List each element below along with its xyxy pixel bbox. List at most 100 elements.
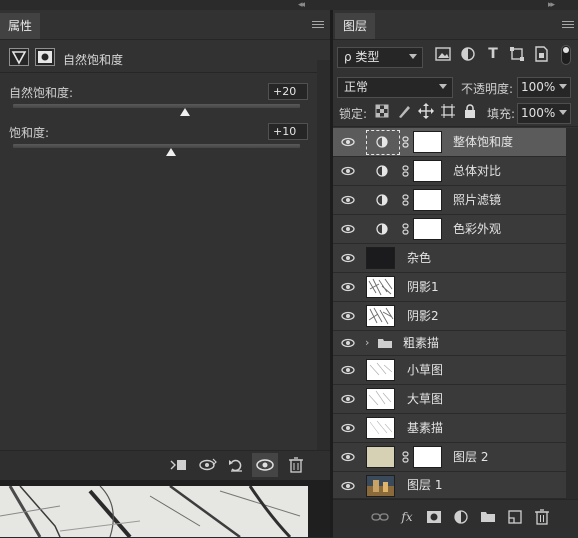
link-icon[interactable] — [402, 194, 409, 206]
properties-menu-icon[interactable] — [312, 19, 324, 30]
layer-row[interactable]: 小草图 — [333, 356, 566, 385]
layer-row[interactable]: 整体饱和度 — [333, 128, 566, 157]
layer-name: 阴影1 — [407, 280, 439, 294]
layer-thumbnail[interactable] — [366, 475, 395, 497]
visibility-eye-icon[interactable] — [341, 137, 355, 147]
lock-all-icon[interactable] — [462, 103, 478, 119]
lock-transparency-icon[interactable] — [374, 103, 390, 119]
new-adjustment-icon[interactable] — [451, 508, 471, 526]
canvas-sketch-image[interactable] — [0, 486, 308, 537]
visibility-eye-icon[interactable] — [341, 365, 355, 375]
visibility-eye-icon[interactable] — [341, 311, 355, 321]
visibility-eye-icon[interactable] — [341, 394, 355, 404]
layer-name: 小草图 — [407, 363, 444, 377]
clip-to-layer-icon[interactable] — [168, 455, 190, 475]
lock-image-icon[interactable] — [396, 103, 412, 119]
trash-icon[interactable] — [285, 455, 307, 475]
reset-icon[interactable] — [226, 455, 248, 475]
visibility-eye-icon[interactable] — [252, 453, 278, 477]
filter-toggle[interactable] — [561, 45, 571, 65]
link-icon[interactable] — [402, 451, 409, 463]
layer-mask-thumbnail[interactable] — [413, 446, 442, 468]
chevron-right-icon[interactable]: › — [365, 337, 369, 349]
layer-mask-thumbnail[interactable] — [413, 160, 442, 182]
layer-name: 基素描 — [407, 421, 444, 435]
lock-position-icon[interactable] — [418, 103, 434, 119]
layer-row[interactable]: 大草图 — [333, 385, 566, 414]
layer-thumbnail[interactable] — [366, 247, 395, 269]
visibility-eye-icon[interactable] — [341, 481, 355, 491]
layer-name: 粗素描 — [403, 336, 440, 350]
layer-row[interactable]: 阴影2 — [333, 302, 566, 331]
properties-scrollbar[interactable] — [317, 60, 330, 450]
layers-scrollbar[interactable] — [566, 128, 578, 499]
opacity-label: 不透明度: — [461, 82, 514, 96]
layer-group-row[interactable]: › 粗素描 — [333, 331, 566, 356]
adjustment-layer-icon — [376, 136, 388, 148]
vibrance-slider-thumb[interactable] — [180, 108, 190, 116]
layer-thumbnail[interactable] — [366, 446, 395, 468]
layer-mask-icon[interactable] — [35, 48, 55, 66]
layer-thumbnail[interactable] — [366, 359, 395, 381]
smart-object-filter-icon[interactable] — [531, 45, 551, 63]
visibility-eye-icon[interactable] — [341, 224, 355, 234]
shape-filter-icon[interactable] — [507, 45, 527, 63]
visibility-eye-icon[interactable] — [341, 253, 355, 263]
visibility-eye-icon[interactable] — [341, 195, 355, 205]
visibility-eye-icon[interactable] — [341, 423, 355, 433]
vibrance-slider-track[interactable] — [13, 104, 300, 108]
layer-mask-thumbnail[interactable] — [413, 189, 442, 211]
type-filter-icon[interactable]: T — [483, 45, 503, 63]
lock-artboard-icon[interactable] — [440, 103, 456, 119]
layer-mask-thumbnail[interactable] — [413, 218, 442, 240]
vibrance-adjustment-icon — [9, 48, 29, 66]
layer-thumbnail[interactable] — [366, 305, 395, 327]
adjustment-layer-icon — [376, 223, 388, 235]
view-previous-state-icon[interactable] — [197, 455, 219, 475]
visibility-eye-icon[interactable] — [341, 338, 355, 348]
layer-row[interactable]: 基素描 — [333, 414, 566, 443]
link-layers-icon[interactable] — [370, 508, 390, 526]
link-icon[interactable] — [402, 223, 409, 235]
link-icon[interactable] — [402, 165, 409, 177]
delete-layer-icon[interactable] — [532, 508, 552, 526]
layer-row[interactable]: 阴影1 — [333, 273, 566, 302]
new-group-icon[interactable] — [478, 508, 498, 526]
blend-mode-dropdown[interactable]: 正常 — [337, 77, 453, 98]
visibility-eye-icon[interactable] — [341, 282, 355, 292]
vibrance-input[interactable]: +20 — [268, 83, 308, 100]
saturation-input[interactable]: +10 — [268, 123, 308, 140]
fx-icon[interactable]: fx — [397, 508, 417, 526]
fill-input[interactable]: 100% — [517, 103, 571, 124]
layer-name: 照片滤镜 — [453, 193, 502, 207]
saturation-slider-thumb[interactable] — [166, 148, 176, 156]
layer-thumbnail[interactable] — [366, 417, 395, 439]
layer-mask-thumbnail[interactable] — [413, 131, 442, 153]
tab-properties[interactable]: 属性 — [0, 13, 40, 39]
layers-menu-icon[interactable] — [562, 19, 574, 30]
opacity-input[interactable]: 100% — [517, 77, 571, 98]
collapse-panels-icon-right[interactable]: ▸▸ — [548, 0, 555, 10]
layer-thumbnail[interactable] — [366, 276, 395, 298]
properties-tab-separator — [0, 39, 330, 40]
adjustment-layer-icon — [376, 165, 388, 177]
layer-row[interactable]: 图层 2 — [333, 443, 566, 472]
tab-layers[interactable]: 图层 — [335, 13, 375, 39]
layer-row[interactable]: 照片滤镜 — [333, 186, 566, 215]
layer-row[interactable]: 图层 1 — [333, 472, 566, 499]
layer-name: 图层 1 — [407, 478, 443, 492]
layer-row[interactable]: 总体对比 — [333, 157, 566, 186]
layer-row[interactable]: 杂色 — [333, 244, 566, 273]
visibility-eye-icon[interactable] — [341, 166, 355, 176]
add-mask-icon[interactable] — [424, 508, 444, 526]
collapse-panels-icon[interactable]: ◂◂ — [298, 0, 305, 10]
saturation-slider-track[interactable] — [13, 144, 300, 148]
layer-filter-dropdown[interactable]: ρ 类型 — [337, 47, 423, 68]
adjustment-filter-icon[interactable] — [458, 45, 478, 63]
link-icon[interactable] — [402, 136, 409, 148]
new-layer-icon[interactable] — [505, 508, 525, 526]
visibility-eye-icon[interactable] — [341, 452, 355, 462]
layer-row[interactable]: 色彩外观 — [333, 215, 566, 244]
image-filter-icon[interactable] — [433, 45, 453, 63]
layer-thumbnail[interactable] — [366, 388, 395, 410]
